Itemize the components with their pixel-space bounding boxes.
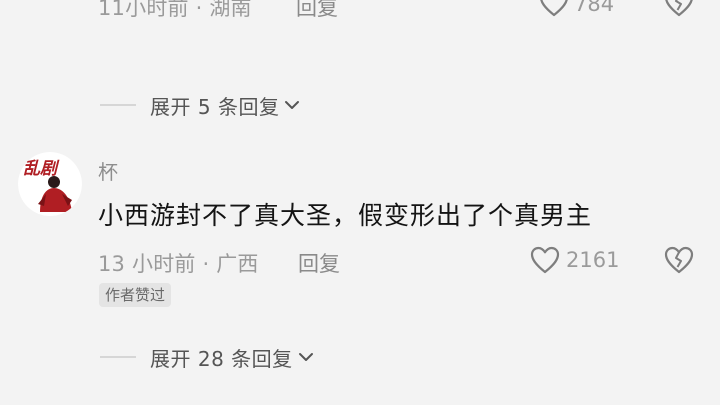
heart-icon — [540, 0, 568, 17]
comment-meta-time-location: 13 小时前 · 广西 — [98, 252, 259, 276]
chevron-down-icon — [298, 353, 313, 361]
author-liked-badge: 作者赞过 — [99, 283, 172, 307]
dislike-icon[interactable] — [663, 0, 695, 18]
like-button[interactable]: 2161 — [529, 245, 629, 277]
expand-replies-label: 展开 5 条回复 — [150, 94, 280, 119]
divider — [100, 104, 136, 106]
comment-text: 小西游封不了真大圣，假变形出了个真男主 — [98, 201, 593, 230]
dislike-icon[interactable] — [663, 245, 695, 275]
avatar-image: 乱剧 — [18, 152, 82, 216]
like-count: 784 — [574, 0, 615, 16]
reply-button[interactable]: 回复 — [298, 248, 340, 278]
avatar-text: 乱剧 — [23, 159, 60, 179]
avatar[interactable]: 乱剧 — [18, 152, 82, 216]
chevron-down-icon — [285, 101, 300, 109]
like-button[interactable]: 784 — [538, 0, 638, 20]
divider — [100, 356, 136, 358]
expand-replies-button[interactable]: 展开 5 条回复 — [100, 90, 301, 120]
username[interactable]: 杯 — [98, 156, 118, 185]
comment-meta-time-location: 11小时前 · 湖南 — [98, 0, 252, 20]
heart-icon — [530, 246, 560, 274]
expand-replies-button[interactable]: 展开 28 条回复 — [100, 342, 315, 372]
like-count: 2161 — [566, 248, 620, 272]
reply-button[interactable]: 回复 — [296, 0, 338, 22]
expand-replies-label: 展开 28 条回复 — [150, 346, 293, 371]
